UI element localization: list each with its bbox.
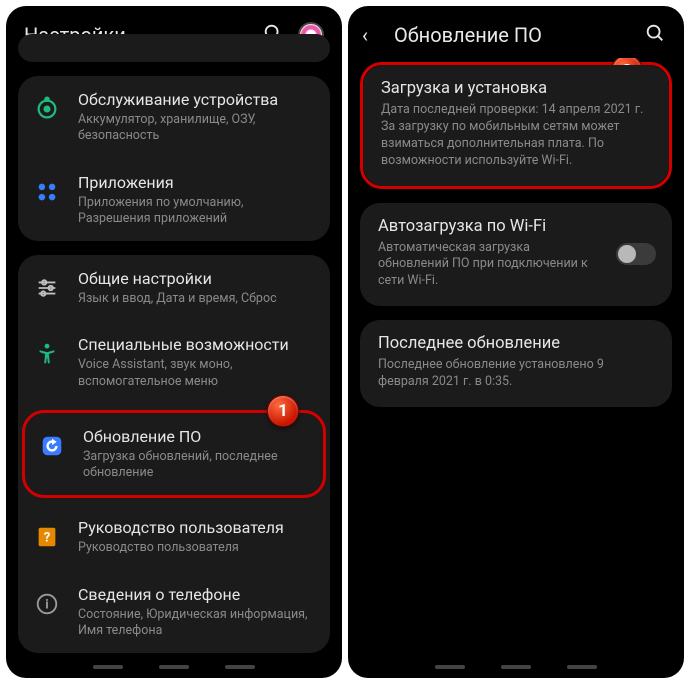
row-about-phone[interactable]: i Сведения о телефоне Состояние, Юридиче… xyxy=(18,571,330,654)
row-accessibility[interactable]: Специальные возможности Voice Assistant,… xyxy=(18,321,330,404)
row-title: Общие настройки xyxy=(78,269,314,289)
row-title: Руководство пользователя xyxy=(78,518,314,538)
row-sub: Автоматическая загрузка обновлений ПО пр… xyxy=(378,240,602,291)
update-header: ‹ Обновление ПО xyxy=(348,6,684,58)
row-sub: Язык и ввод, Дата и время, Сброс xyxy=(78,291,314,307)
row-user-guide[interactable]: ? Руководство пользователя Руководство п… xyxy=(18,504,330,570)
row-sub: Последнее обновление установлено 9 февра… xyxy=(378,357,654,391)
wifi-toggle[interactable] xyxy=(616,243,656,265)
back-icon[interactable]: ‹ xyxy=(362,23,380,47)
accessibility-icon xyxy=(30,337,64,371)
row-sub: Аккумулятор, хранилище, ОЗУ, безопасност… xyxy=(78,112,314,145)
software-update-screen: ‹ Обновление ПО 2 Загрузка и установка Д… xyxy=(348,6,684,678)
settings-group-1: Обслуживание устройства Аккумулятор, хра… xyxy=(18,76,330,241)
row-sub: Приложения по умолчанию, Разрешения прил… xyxy=(78,195,314,228)
row-auto-download-wifi[interactable]: Автозагрузка по Wi-Fi Автоматическая заг… xyxy=(360,203,672,307)
nav-bar xyxy=(6,662,342,678)
row-download-install[interactable]: Загрузка и установка Дата последней пров… xyxy=(363,65,669,186)
row-title: Последнее обновление xyxy=(378,334,654,353)
prev-group-peek xyxy=(18,34,330,62)
row-title: Автозагрузка по Wi-Fi xyxy=(378,217,602,236)
row-apps[interactable]: Приложения Приложения по умолчанию, Разр… xyxy=(18,159,330,242)
svg-text:i: i xyxy=(45,597,48,612)
nav-bar xyxy=(348,662,684,678)
highlight-2: 2 Загрузка и установка Дата последней пр… xyxy=(360,62,672,189)
row-title: Сведения о телефоне xyxy=(78,585,314,605)
row-general[interactable]: Общие настройки Язык и ввод, Дата и врем… xyxy=(18,255,330,321)
row-sub: Загрузка обновлений, последнее обновлени… xyxy=(83,449,307,482)
callout-badge-1: 1 xyxy=(267,395,299,427)
row-device-care[interactable]: Обслуживание устройства Аккумулятор, хра… xyxy=(18,76,330,159)
svg-text:?: ? xyxy=(44,531,50,546)
row-sub: Руководство пользователя xyxy=(78,540,314,556)
row-title: Обслуживание устройства xyxy=(78,90,314,110)
page-title: Обновление ПО xyxy=(394,23,630,47)
row-title: Специальные возможности xyxy=(78,335,314,355)
user-guide-icon: ? xyxy=(30,520,64,554)
row-sub: Дата последней проверки: 14 апреля 2021 … xyxy=(381,102,651,170)
row-title: Обновление ПО xyxy=(83,427,307,447)
row-title: Загрузка и установка xyxy=(381,79,651,98)
settings-screen: Настройки Обслуживание устройства Аккуму… xyxy=(6,6,342,678)
highlight-1: 1 Обновление ПО Загрузка обновлений, пос… xyxy=(22,410,326,499)
row-last-update[interactable]: Последнее обновление Последнее обновлени… xyxy=(360,320,672,407)
settings-group-2: Общие настройки Язык и ввод, Дата и врем… xyxy=(18,255,330,653)
info-icon: i xyxy=(30,587,64,621)
row-sub: Состояние, Юридическая информация, Имя т… xyxy=(78,607,314,640)
row-sub: Voice Assistant, звук моно, вспомогатель… xyxy=(78,357,314,390)
software-update-icon xyxy=(35,429,69,463)
row-title: Приложения xyxy=(78,173,314,193)
apps-icon xyxy=(30,175,64,209)
device-care-icon xyxy=(30,92,64,126)
search-icon[interactable] xyxy=(644,22,666,48)
general-icon xyxy=(30,271,64,305)
